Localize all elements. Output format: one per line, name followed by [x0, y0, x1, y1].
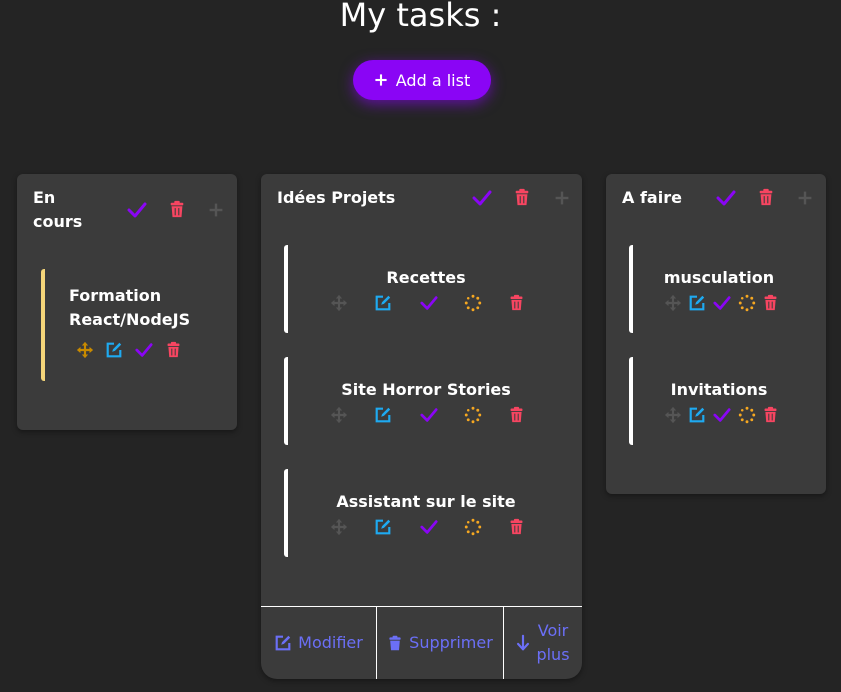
list-en-cours: En cours Formation React/NodeJS: [17, 174, 237, 430]
task-card[interactable]: Formation React/NodeJS: [41, 269, 215, 381]
move-icon[interactable]: [664, 294, 682, 312]
add-card-icon[interactable]: [554, 190, 570, 206]
card-title: Invitations: [670, 380, 768, 399]
trash-icon[interactable]: [508, 294, 525, 311]
edit-icon: [275, 635, 291, 651]
check-icon[interactable]: [135, 341, 153, 359]
move-icon[interactable]: [330, 406, 348, 424]
add-card-icon[interactable]: [797, 190, 813, 206]
trash-icon[interactable]: [762, 294, 779, 311]
add-list-button[interactable]: Add a list: [353, 60, 491, 100]
task-card[interactable]: Site Horror Stories: [284, 357, 568, 445]
edit-icon[interactable]: [374, 518, 392, 536]
see-more-button[interactable]: Voir plus: [503, 607, 582, 679]
trash-icon[interactable]: [762, 406, 779, 423]
task-card[interactable]: Recettes: [284, 245, 568, 333]
list-title: En cours: [33, 188, 83, 231]
task-card[interactable]: Invitations: [629, 357, 809, 445]
move-icon[interactable]: [76, 341, 94, 359]
arrow-down-icon: [517, 634, 530, 651]
trash-icon[interactable]: [165, 341, 182, 358]
check-icon[interactable]: [420, 294, 438, 312]
add-card-icon[interactable]: [208, 202, 224, 218]
list-title: A faire: [622, 188, 682, 207]
card-title: Site Horror Stories: [341, 380, 511, 399]
spinner-icon[interactable]: [464, 406, 482, 424]
check-icon[interactable]: [420, 406, 438, 424]
check-icon[interactable]: [713, 406, 731, 424]
check-icon[interactable]: [472, 188, 492, 208]
edit-icon[interactable]: [374, 406, 392, 424]
trash-icon[interactable]: [508, 406, 525, 423]
see-more-label: Voir plus: [536, 621, 570, 664]
trash-icon[interactable]: [168, 200, 186, 218]
task-card[interactable]: musculation: [629, 245, 809, 333]
card-title: Recettes: [386, 268, 466, 287]
edit-icon[interactable]: [374, 294, 392, 312]
delete-button[interactable]: Supprimer: [376, 607, 503, 679]
list-footer: Modifier Supprimer Voir plus: [261, 606, 582, 679]
page-title: My tasks :: [339, 0, 502, 34]
add-list-label: Add a list: [395, 70, 471, 90]
check-icon[interactable]: [127, 200, 147, 220]
trash-icon[interactable]: [757, 188, 775, 206]
card-title: Formation React/NodeJS: [69, 286, 191, 329]
spinner-icon[interactable]: [738, 294, 756, 312]
check-icon[interactable]: [716, 188, 736, 208]
modify-label: Modifier: [298, 633, 363, 652]
trash-icon[interactable]: [513, 188, 531, 206]
check-icon[interactable]: [713, 294, 731, 312]
delete-label: Supprimer: [409, 633, 493, 652]
check-icon[interactable]: [420, 518, 438, 536]
spinner-icon[interactable]: [738, 406, 756, 424]
spinner-icon[interactable]: [464, 294, 482, 312]
modify-button[interactable]: Modifier: [261, 607, 376, 679]
card-title: Assistant sur le site: [336, 492, 516, 511]
plus-icon: [374, 73, 388, 87]
move-icon[interactable]: [664, 406, 682, 424]
trash-icon[interactable]: [508, 518, 525, 535]
card-title: musculation: [663, 268, 775, 287]
move-icon[interactable]: [330, 518, 348, 536]
spinner-icon[interactable]: [464, 518, 482, 536]
edit-icon[interactable]: [688, 294, 706, 312]
list-title: Idées Projets: [277, 188, 396, 207]
edit-icon[interactable]: [105, 341, 123, 359]
edit-icon[interactable]: [688, 406, 706, 424]
list-a-faire: A faire musculation Invitations: [606, 174, 826, 494]
list-idees-projets: Idées Projets Recettes Site Horror Stori…: [261, 174, 582, 679]
trash-icon: [389, 635, 401, 651]
move-icon[interactable]: [330, 294, 348, 312]
task-card[interactable]: Assistant sur le site: [284, 469, 568, 557]
